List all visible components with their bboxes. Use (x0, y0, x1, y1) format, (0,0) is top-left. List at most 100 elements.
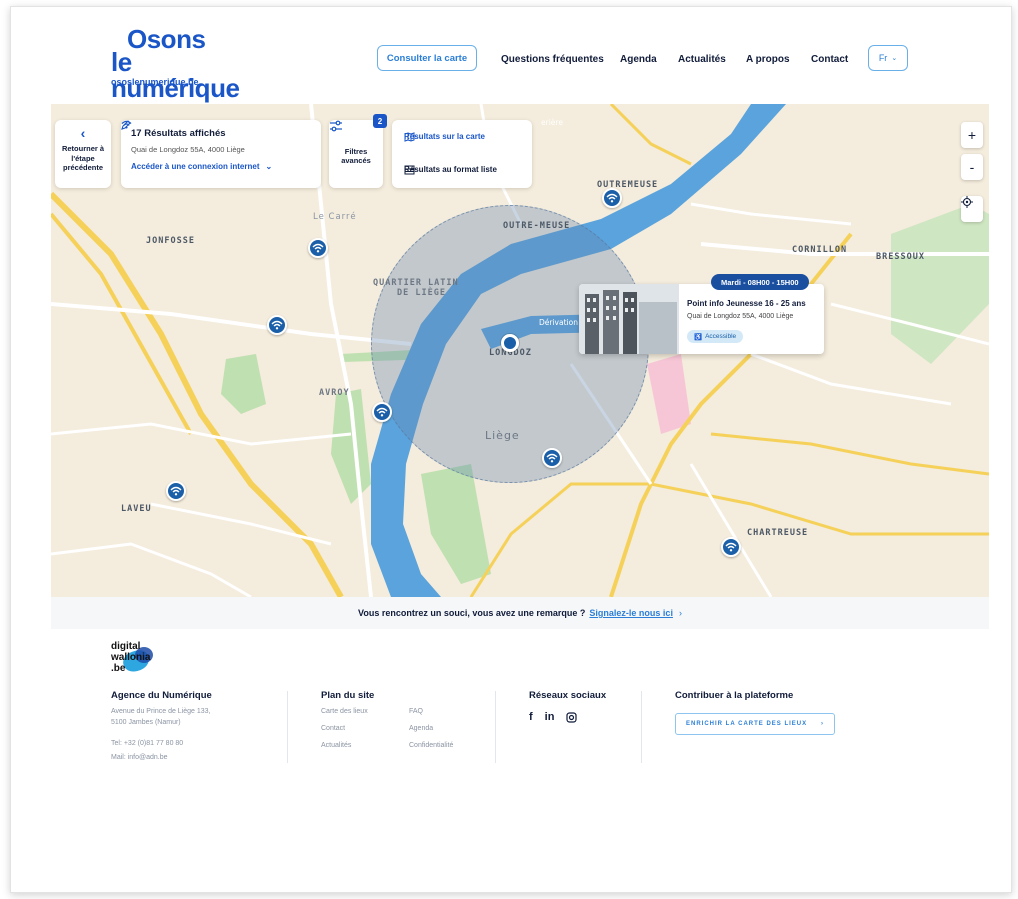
map-icon (404, 132, 415, 142)
map-label-laveu: LAVEU (121, 504, 152, 514)
wifi-icon (725, 542, 737, 552)
map-label-bressoux: BRESSOUX (876, 252, 925, 262)
wifi-icon (170, 486, 182, 496)
opening-hours-badge: Mardi - 08H00 - 15H00 (711, 274, 809, 290)
nav-faq[interactable]: Questions fréquentes (501, 54, 604, 65)
footer-link-faq[interactable]: FAQ (409, 707, 423, 717)
search-address: Quai de Longdoz 55A, 4000 Liège (131, 145, 245, 154)
map-label-jonfosse: JONFOSSE (146, 236, 195, 246)
filters-label: Filtres avancés (341, 147, 371, 165)
agency-address-1: Avenue du Prince de Liège 133, (111, 708, 211, 715)
consult-map-button[interactable]: Consulter la carte (377, 45, 477, 71)
zoom-out-button[interactable]: - (961, 154, 983, 180)
map-label-de-liege: DE LIÈGE (397, 288, 446, 298)
chevron-left-icon: ‹ (80, 125, 86, 141)
wifi-icon (546, 453, 558, 463)
view-map-option[interactable]: Résultats sur la carte (404, 132, 485, 142)
language-select[interactable]: Fr ⌄ (868, 45, 908, 71)
logo-text-2: wallonia (111, 652, 151, 663)
nav-about[interactable]: A propos (746, 54, 790, 65)
footer-link-news[interactable]: Actualités (321, 741, 351, 751)
sliders-icon (330, 120, 342, 132)
contribute-title: Contribuer à la plateforme (675, 690, 794, 701)
logo-url: ososlenumerique.be (111, 77, 199, 87)
instagram-icon[interactable] (566, 711, 578, 723)
location-photo (579, 284, 679, 354)
map-label-quartier-latin: QUARTIER LATIN (373, 278, 459, 288)
social-title: Réseaux sociaux (529, 690, 607, 701)
social-links: f in (529, 711, 578, 723)
map-label-avroy: AVROY (319, 388, 350, 398)
feedback-bar: Vous rencontrez un souci, vous avez une … (51, 597, 989, 629)
view-mode-card: Résultats sur la carte Résultats au form… (392, 120, 532, 188)
nav-contact[interactable]: Contact (811, 54, 848, 65)
footer-link-places[interactable]: Carte des lieux (321, 707, 368, 717)
address-row[interactable]: Quai de Longdoz 55A, 4000 Liège (121, 120, 311, 154)
map-canvas[interactable]: JONFOSSE Le Carré QUARTIER LATIN DE LIÈG… (51, 104, 989, 597)
enrich-map-button[interactable]: ENRICHIR LA CARTE DES LIEUX › (675, 713, 835, 735)
browser-page: Osons le numérique ososlenumerique.be Co… (10, 6, 1012, 893)
nav-news[interactable]: Actualités (678, 54, 726, 65)
chevron-right-icon: › (821, 721, 824, 727)
list-icon (404, 165, 415, 175)
footer-divider (641, 691, 642, 763)
connection-filter-dropdown[interactable]: Accéder à une connexion internet ⌄ (121, 120, 311, 171)
wifi-location-pin[interactable] (602, 188, 622, 208)
logo-text-3: .be (111, 663, 126, 674)
accessible-badge: ♿ Accessible (687, 330, 744, 343)
crosshair-icon (961, 196, 973, 208)
wifi-location-pin[interactable] (166, 481, 186, 501)
footer-divider (495, 691, 496, 763)
locate-me-button[interactable] (961, 196, 983, 222)
nav-agenda[interactable]: Agenda (620, 54, 657, 65)
selected-location-marker[interactable] (501, 334, 519, 352)
site-logo[interactable]: Osons le numérique ososlenumerique.be (111, 24, 261, 103)
map-label-cornillon: CORNILLON (792, 245, 848, 255)
logo-line-2: le numérique (111, 47, 240, 103)
view-list-label: Résultats au format liste (404, 165, 497, 174)
language-value: Fr (878, 53, 888, 63)
back-button[interactable]: ‹ Retourner à l'étape précédente (55, 120, 111, 188)
wifi-icon (376, 407, 388, 417)
view-map-label: Résultats sur la carte (404, 132, 485, 141)
zoom-in-button[interactable]: + (961, 122, 983, 148)
enrich-map-label: ENRICHIR LA CARTE DES LIEUX (686, 721, 808, 727)
wifi-location-pin[interactable] (308, 238, 328, 258)
linkedin-icon[interactable]: in (545, 711, 555, 723)
wifi-location-pin[interactable] (372, 402, 392, 422)
results-summary-card: 17 Résultats affichés Quai de Longdoz 55… (121, 120, 321, 188)
location-address: Quai de Longdoz 55A, 4000 Liège (687, 313, 794, 320)
view-list-option[interactable]: Résultats au format liste (404, 165, 497, 175)
map-label-outre-meuse: OUTRE-MEUSE (503, 221, 571, 231)
agency-tel[interactable]: Tel: +32 (0)81 77 80 80 (111, 739, 183, 749)
back-label: Retourner à l'étape précédente (61, 144, 105, 172)
map-label-le-carre: Le Carré (313, 212, 357, 222)
footer-link-agenda[interactable]: Agenda (409, 724, 433, 734)
footer-link-privacy[interactable]: Confidentialité (409, 741, 453, 751)
location-popup[interactable]: Mardi - 08H00 - 15H00 Point info Jeuness… (579, 274, 824, 354)
agency-mail[interactable]: Mail: info@adn.be (111, 753, 168, 763)
chevron-down-icon: ⌄ (891, 55, 898, 62)
logo-line-1: Osons (127, 24, 206, 54)
feedback-question: Vous rencontrez un souci, vous avez une … (358, 608, 586, 618)
building-image (579, 284, 679, 354)
wifi-location-pin[interactable] (267, 315, 287, 335)
agency-title: Agence du Numérique (111, 690, 212, 701)
map-label-derivation: Dérivation (539, 318, 578, 327)
sitemap-title: Plan du site (321, 690, 375, 701)
facebook-icon[interactable]: f (529, 711, 533, 723)
accessible-label: Accessible (705, 333, 737, 340)
wifi-icon (121, 120, 132, 129)
location-title: Point info Jeunesse 16 - 25 ans (687, 299, 806, 308)
wifi-location-pin[interactable] (542, 448, 562, 468)
wifi-icon (606, 193, 618, 203)
chevron-right-icon: › (678, 608, 682, 618)
footer-link-contact[interactable]: Contact (321, 724, 345, 734)
footer-divider (287, 691, 288, 763)
map-label-liege: Liège (485, 429, 520, 442)
digital-wallonia-logo[interactable]: digital wallonia .be (111, 641, 171, 685)
connection-filter-label: Accéder à une connexion internet (131, 162, 260, 171)
advanced-filters-button[interactable]: Filtres avancés (329, 120, 383, 188)
report-link[interactable]: Signalez-le nous ici (589, 608, 673, 618)
wifi-location-pin[interactable] (721, 537, 741, 557)
